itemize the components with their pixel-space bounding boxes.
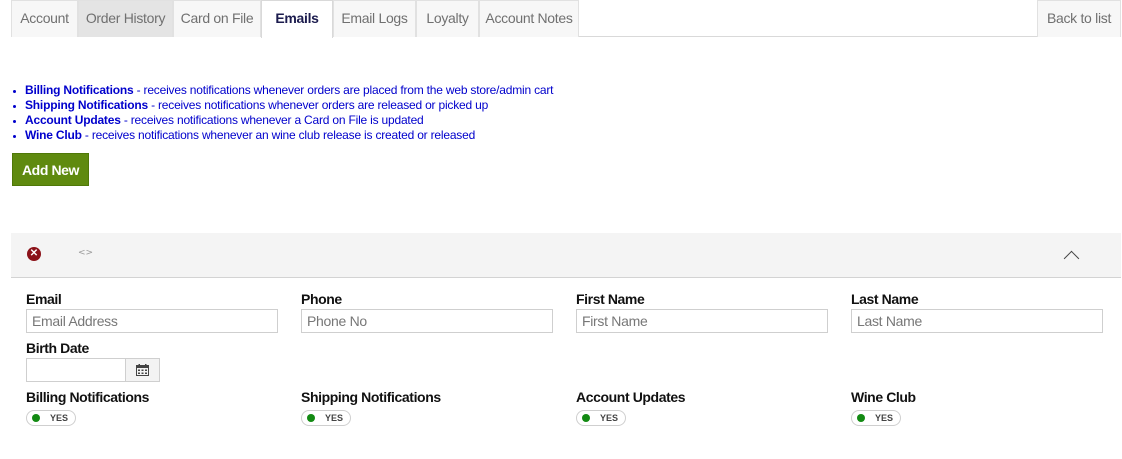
phone-label: Phone (301, 291, 342, 307)
legend-item-wine-club: Wine Club - receives notifications whene… (25, 128, 553, 143)
shipping-notifications-label: Shipping Notifications (301, 389, 441, 405)
legend-item-billing: Billing Notifications - receives notific… (25, 83, 553, 98)
tab-bar: Account Order History Card on File Email… (11, 0, 1121, 38)
toggle-on-indicator (582, 414, 590, 422)
legend-title: Account Updates (25, 113, 121, 127)
tab-emails[interactable]: Emails (261, 0, 333, 38)
legend-title: Billing Notifications (25, 83, 134, 97)
toggle-on-indicator (32, 414, 40, 422)
legend-title: Wine Club (25, 128, 82, 142)
tab-account-notes[interactable]: Account Notes (479, 0, 579, 37)
toggle-state: YES (600, 413, 619, 423)
legend-item-account-updates: Account Updates - receives notifications… (25, 113, 553, 128)
remove-circle-icon[interactable]: ✕ (27, 247, 41, 261)
toggle-state: YES (325, 413, 344, 423)
tab-card-on-file[interactable]: Card on File (173, 0, 261, 37)
email-panel-header: ✕ <> (11, 233, 1121, 278)
calendar-button[interactable] (125, 358, 160, 382)
billing-notifications-toggle[interactable]: YES (26, 410, 76, 426)
legend-description: - receives notifications whenever a Card… (120, 113, 424, 127)
first-name-label: First Name (576, 291, 645, 307)
last-name-field[interactable] (851, 309, 1103, 333)
add-new-button[interactable]: Add New (12, 153, 89, 186)
tab-order-history[interactable]: Order History (78, 0, 173, 37)
account-updates-toggle[interactable]: YES (576, 410, 626, 426)
tab-loyalty[interactable]: Loyalty (416, 0, 479, 37)
email-field[interactable] (26, 309, 278, 333)
legend-title: Shipping Notifications (25, 98, 148, 112)
toggle-on-indicator (857, 414, 865, 422)
birth-date-label: Birth Date (26, 340, 89, 356)
email-label: Email (26, 291, 62, 307)
toggle-state: YES (50, 413, 69, 423)
last-name-label: Last Name (851, 291, 919, 307)
notification-legend: Billing Notifications - receives notific… (11, 83, 553, 143)
legend-description: - receives notifications whenever an win… (81, 128, 476, 142)
wine-club-label: Wine Club (851, 389, 916, 405)
chevron-up-icon[interactable] (1063, 250, 1080, 267)
account-updates-label: Account Updates (576, 389, 686, 405)
calendar-icon (136, 364, 149, 376)
code-icon[interactable]: <> (78, 248, 93, 258)
legend-description: - receives notifications whenever orders… (147, 98, 489, 112)
shipping-notifications-toggle[interactable]: YES (301, 410, 351, 426)
legend-description: - receives notifications whenever orders… (133, 83, 554, 97)
birth-date-field[interactable] (26, 358, 126, 382)
toggle-on-indicator (307, 414, 315, 422)
back-to-list-link[interactable]: Back to list (1037, 0, 1121, 37)
wine-club-toggle[interactable]: YES (851, 410, 901, 426)
legend-item-shipping: Shipping Notifications - receives notifi… (25, 98, 553, 113)
tab-account[interactable]: Account (11, 0, 78, 37)
phone-field[interactable] (301, 309, 553, 333)
tab-email-logs[interactable]: Email Logs (333, 0, 416, 37)
toggle-state: YES (875, 413, 894, 423)
first-name-field[interactable] (576, 309, 828, 333)
billing-notifications-label: Billing Notifications (26, 389, 150, 405)
